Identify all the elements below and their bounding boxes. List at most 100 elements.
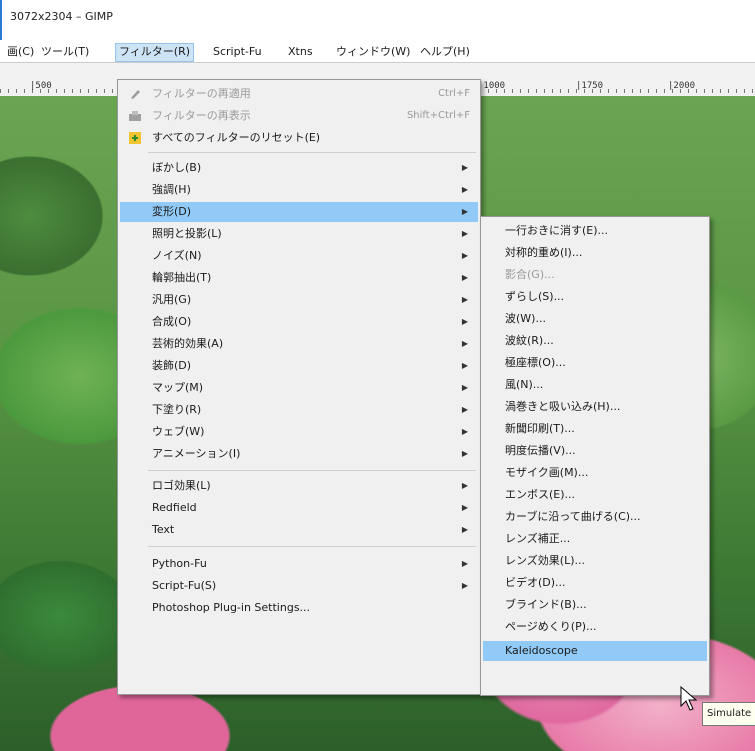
menu-item-blur[interactable]: ぼかし(B) ▶: [120, 158, 478, 178]
submenu-item-page-curl[interactable]: ページめくり(P)...: [483, 617, 707, 637]
submenu-arrow-icon: ▶: [461, 229, 468, 238]
submenu-item-video[interactable]: ビデオ(D)...: [483, 573, 707, 593]
submenu-item-lens-effect[interactable]: レンズ効果(L)...: [483, 551, 707, 571]
menu-item-python-fu[interactable]: Python-Fu ▶: [120, 554, 478, 574]
ruler-label: |1000: [478, 81, 506, 91]
menu-item-label: Photoshop Plug-in Settings...: [152, 601, 311, 614]
window-title: 3072x2304 – GIMP: [10, 10, 113, 23]
menu-item-combine[interactable]: 合成(O) ▶: [120, 312, 478, 332]
menu-item-label: 汎用(G): [152, 293, 192, 306]
menu-item-animation[interactable]: アニメーション(I) ▶: [120, 444, 478, 464]
menu-item-artistic[interactable]: 芸術的効果(A) ▶: [120, 334, 478, 354]
submenu-item-shadow[interactable]: 影合(G)...: [483, 265, 707, 285]
menu-item-label: 明度伝播(V)...: [505, 444, 576, 457]
submenu-item-value-propagate[interactable]: 明度伝播(V)...: [483, 441, 707, 461]
mouse-pointer-icon: [680, 685, 698, 715]
submenu-item-newsprint[interactable]: 新聞印刷(T)...: [483, 419, 707, 439]
menu-separator: [148, 546, 476, 547]
submenu-arrow-icon: ▶: [461, 361, 468, 370]
menu-item-label: フィルターの再表示: [152, 109, 251, 122]
menu-item-alpha-to-logo[interactable]: ロゴ効果(L) ▶: [120, 476, 478, 496]
submenu-arrow-icon: ▶: [461, 581, 468, 590]
menu-item-label: 極座標(O)...: [505, 356, 566, 369]
menu-item-enhance[interactable]: 強調(H) ▶: [120, 180, 478, 200]
menu-item-reapply-filter[interactable]: フィルターの再適用 Ctrl+F: [120, 84, 478, 104]
submenu-item-kaleidoscope[interactable]: Kaleidoscope: [483, 641, 707, 661]
menu-windows[interactable]: ウィンドウ(W): [333, 44, 413, 60]
menu-item-label: 対称的重め(I)...: [505, 246, 583, 259]
menu-item-noise[interactable]: ノイズ(N) ▶: [120, 246, 478, 266]
menu-item-edge-detect[interactable]: 輪郭抽出(T) ▶: [120, 268, 478, 288]
menu-item-label: エンボス(E)...: [505, 488, 576, 501]
menu-item-reset-all-filters[interactable]: すべてのフィルターのリセット(E): [120, 128, 478, 148]
submenu-arrow-icon: ▶: [461, 163, 468, 172]
menu-item-script-fu[interactable]: Script-Fu(S) ▶: [120, 576, 478, 596]
submenu-item-shift[interactable]: ずらし(S)...: [483, 287, 707, 307]
menu-help[interactable]: ヘルプ(H): [417, 44, 473, 60]
reset-icon: [128, 131, 142, 145]
menu-item-label: Text: [152, 523, 175, 536]
menu-item-redfield[interactable]: Redfield ▶: [120, 498, 478, 518]
submenu-item-symmetric[interactable]: 対称的重め(I)...: [483, 243, 707, 263]
submenu-item-mosaic[interactable]: モザイク画(M)...: [483, 463, 707, 483]
menu-item-render[interactable]: 下塗り(R) ▶: [120, 400, 478, 420]
menu-item-label: フィルターの再適用: [152, 87, 251, 100]
menu-tools[interactable]: ツール(T): [38, 44, 92, 60]
submenu-item-blinds[interactable]: ブラインド(B)...: [483, 595, 707, 615]
menu-item-map[interactable]: マップ(M) ▶: [120, 378, 478, 398]
submenu-arrow-icon: ▶: [461, 449, 468, 458]
menu-script-fu[interactable]: Script-Fu: [210, 44, 265, 60]
submenu-item-blinds-erase[interactable]: 一行おきに消す(E)...: [483, 221, 707, 241]
submenu-item-whirl-pinch[interactable]: 渦巻きと吸い込み(H)...: [483, 397, 707, 417]
shortcut-label: Shift+Ctrl+F: [406, 110, 470, 121]
menu-xtns[interactable]: Xtns: [285, 44, 316, 60]
menu-separator: [148, 470, 476, 471]
ruler-label: |500: [30, 81, 52, 91]
submenu-item-curve-bend[interactable]: カーブに沿って曲げる(C)...: [483, 507, 707, 527]
submenu-item-ripple[interactable]: 波紋(R)...: [483, 331, 707, 351]
menu-item-web[interactable]: ウェブ(W) ▶: [120, 422, 478, 442]
submenu-item-lens-distortion[interactable]: レンズ補正...: [483, 529, 707, 549]
menu-filters[interactable]: フィルター(R): [115, 43, 195, 62]
submenu-arrow-icon: ▶: [461, 427, 468, 436]
menu-item-label: 風(N)...: [505, 378, 544, 391]
tooltip: Simulate: [702, 702, 755, 726]
menu-item-label: 渦巻きと吸い込み(H)...: [505, 400, 621, 413]
menu-item-label: マップ(M): [152, 381, 204, 394]
submenu-arrow-icon: ▶: [461, 481, 468, 490]
menu-item-reshow-filter[interactable]: フィルターの再表示 Shift+Ctrl+F: [120, 106, 478, 126]
menu-item-label: 一行おきに消す(E)...: [505, 224, 609, 237]
reshow-icon: [128, 109, 142, 123]
ruler-label: |2000: [668, 81, 696, 91]
menu-item-label: 下塗り(R): [152, 403, 202, 416]
reapply-icon: [128, 87, 142, 101]
submenu-arrow-icon: ▶: [461, 559, 468, 568]
menu-item-decor[interactable]: 装飾(D) ▶: [120, 356, 478, 376]
submenu-arrow-icon: ▶: [461, 251, 468, 260]
submenu-arrow-icon: ▶: [461, 339, 468, 348]
menu-item-label: ロゴ効果(L): [152, 479, 211, 492]
menu-item-label: ぼかし(B): [152, 161, 202, 174]
submenu-item-wind[interactable]: 風(N)...: [483, 375, 707, 395]
menu-item-label: ノイズ(N): [152, 249, 202, 262]
menu-item-photoshop-plugin-settings[interactable]: Photoshop Plug-in Settings...: [120, 598, 478, 618]
submenu-arrow-icon: ▶: [461, 207, 468, 216]
menu-item-label: 波紋(R)...: [505, 334, 554, 347]
submenu-arrow-icon: ▶: [461, 185, 468, 194]
menu-item-label: モザイク画(M)...: [505, 466, 589, 479]
menu-image[interactable]: 画(C): [4, 44, 37, 60]
menu-item-text[interactable]: Text ▶: [120, 520, 478, 540]
submenu-item-emboss[interactable]: エンボス(E)...: [483, 485, 707, 505]
submenu-item-polar-coords[interactable]: 極座標(O)...: [483, 353, 707, 373]
menu-item-label: 波(W)...: [505, 312, 546, 325]
menu-item-label: 強調(H): [152, 183, 191, 196]
menu-separator: [148, 152, 476, 153]
menu-item-light-shadow[interactable]: 照明と投影(L) ▶: [120, 224, 478, 244]
shortcut-label: Ctrl+F: [438, 88, 470, 99]
menu-item-generic[interactable]: 汎用(G) ▶: [120, 290, 478, 310]
menu-item-label: レンズ補正...: [505, 532, 571, 545]
submenu-item-waves[interactable]: 波(W)...: [483, 309, 707, 329]
menu-item-distorts[interactable]: 変形(D) ▶: [120, 202, 478, 222]
menu-item-label: レンズ効果(L)...: [505, 554, 585, 567]
menu-item-label: 装飾(D): [152, 359, 192, 372]
